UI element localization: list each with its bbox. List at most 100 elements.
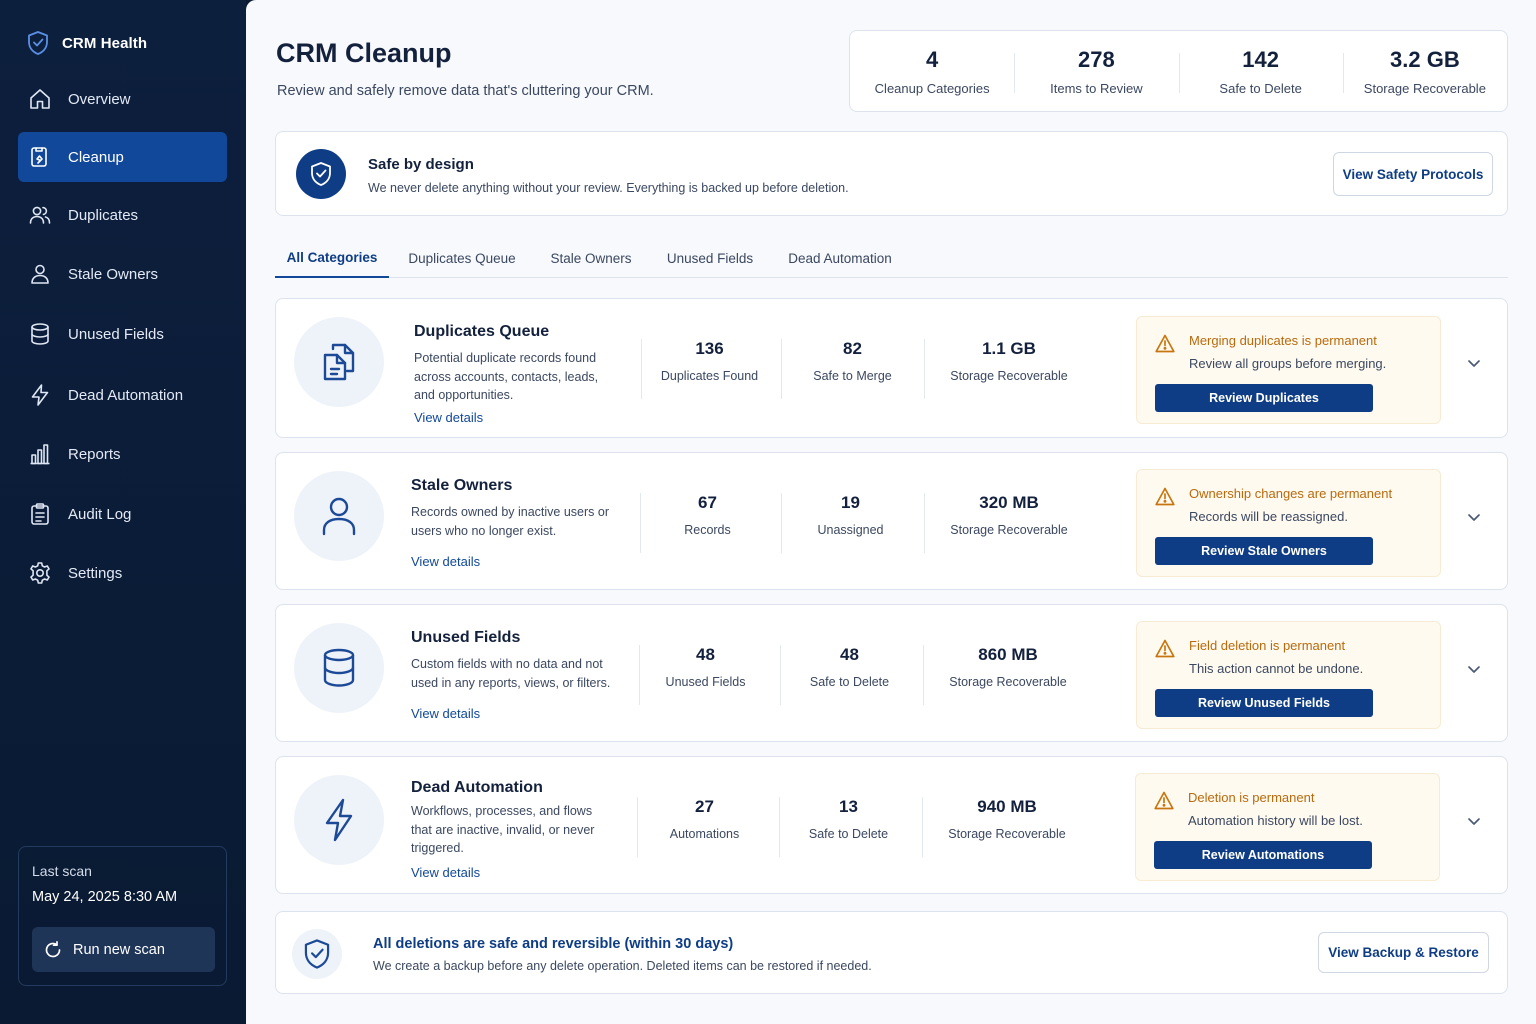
card-description: Records owned by inactive users or users… [411,505,610,538]
metric-label: Unused Fields [665,675,746,689]
nav-item-audit-log[interactable]: Audit Log [18,489,227,539]
warning-title: Field deletion is permanent [1189,638,1346,653]
nav-item-reports[interactable]: Reports [18,429,227,479]
nav-item-duplicates[interactable]: Duplicates [18,190,227,240]
metric-value: 1.1 GB [982,339,1036,358]
warning-box: Merging duplicates is permanent Review a… [1136,316,1441,424]
clipboard-icon [31,503,49,525]
tab-dead-automation[interactable]: Dead Automation [778,238,902,278]
metric-value: 940 MB [977,797,1037,816]
view-details-link[interactable]: View details [411,706,480,721]
chevron-down-icon[interactable] [1466,509,1482,525]
metric-records: 67 Records [636,493,779,537]
nav-item-unused-fields[interactable]: Unused Fields [18,309,227,359]
shield-check-icon [304,939,330,969]
metric-duplicates-found: 136 Duplicates Found [638,339,781,383]
nav-item-overview[interactable]: Overview [18,74,227,124]
tab-duplicates-queue[interactable]: Duplicates Queue [397,238,527,278]
main-content: CRM Cleanup Review and safely remove dat… [246,0,1536,1024]
metric-value: 320 MB [979,493,1039,512]
review-automations-button[interactable]: Review Automations [1154,841,1372,869]
last-scan-label: Last scan [32,863,92,879]
shield-badge [292,929,342,979]
warning-title: Deletion is permanent [1188,790,1315,805]
sidebar: CRM Health Overview Cleanup Duplicates S… [0,0,246,1024]
view-backup-restore-button[interactable]: View Backup & Restore [1318,932,1489,973]
bar-chart-icon [30,444,50,465]
page-title: CRM Cleanup [276,38,452,68]
card-title: Dead Automation [411,779,543,796]
shield-badge [296,149,346,199]
stat-label: Cleanup Categories [874,80,990,96]
card-title: Duplicates Queue [414,323,550,340]
chevron-down-icon[interactable] [1466,661,1482,677]
metric-storage-recoverable: 860 MB Storage Recoverable [923,645,1093,689]
view-details-link[interactable]: View details [414,410,483,425]
tab-stale-owners[interactable]: Stale Owners [539,238,643,278]
summary-stats: 4 Cleanup Categories 278 Items to Review… [849,30,1508,112]
metric-value: 67 [698,493,717,512]
nav-item-settings[interactable]: Settings [18,548,227,598]
card-icon-badge [294,471,384,561]
nav-item-cleanup[interactable]: Cleanup [18,132,227,182]
stat-label: Items to Review [1050,80,1143,96]
review-unused-fields-button[interactable]: Review Unused Fields [1155,689,1373,717]
nav-item-stale-owners[interactable]: Stale Owners [18,249,227,299]
chevron-down-icon[interactable] [1466,355,1482,371]
metric-value: 48 [840,645,859,664]
metric-safe-to-merge: 82 Safe to Merge [781,339,924,383]
run-new-scan-label: Run new scan [73,941,165,958]
chevron-down-icon[interactable] [1466,813,1482,829]
category-card-dead-automation: Dead Automation Workflows, processes, an… [275,756,1508,894]
metric-label: Safe to Delete [809,675,890,689]
warning-title: Merging duplicates is permanent [1189,333,1377,348]
warning-icon [1154,791,1174,810]
metric-label: Storage Recoverable [950,369,1068,383]
metric-label: Storage Recoverable [948,827,1066,841]
run-new-scan-button[interactable]: Run new scan [32,927,215,972]
tab-all-categories[interactable]: All Categories [275,238,389,278]
review-duplicates-button[interactable]: Review Duplicates [1155,384,1373,412]
metric-label: Duplicates Found [660,369,759,383]
page-subtitle: Review and safely remove data that's clu… [277,83,654,99]
warning-box: Field deletion is permanent This action … [1136,621,1441,729]
users-icon [29,206,51,224]
warning-icon [1155,639,1175,658]
card-title: Unused Fields [411,629,521,646]
stat-label: Storage Recoverable [1363,80,1486,96]
brand[interactable]: CRM Health [26,30,147,56]
metric-label: Safe to Merge [813,369,892,383]
tab-unused-fields[interactable]: Unused Fields [659,238,761,278]
nav-label: Settings [68,564,123,582]
metric-label: Unassigned [817,523,884,537]
category-card-duplicates-queue: Duplicates Queue Potential duplicate rec… [275,298,1508,438]
footer-banner-title: All deletions are safe and reversible (w… [373,936,734,952]
metric-value: 48 [696,645,715,664]
metric-label: Storage Recoverable [949,675,1067,689]
database-icon [323,648,355,687]
warning-icon [1155,487,1175,506]
metric-value: 136 [695,339,724,358]
refresh-icon [45,940,61,957]
stat-safe-to-delete: 142 Safe to Delete [1178,47,1343,96]
view-details-link[interactable]: View details [411,865,480,880]
metric-safe-to-delete: 13 Safe to Delete [777,797,920,841]
metric-storage-recoverable: 1.1 GB Storage Recoverable [924,339,1094,383]
lightning-icon [325,798,353,842]
nav-item-dead-automation[interactable]: Dead Automation [18,370,227,420]
warning-text: Automation history will be lost. [1188,813,1363,828]
warning-box: Deletion is permanent Automation history… [1135,773,1440,881]
nav-label: Duplicates [68,206,139,224]
view-safety-protocols-button[interactable]: View Safety Protocols [1333,152,1493,196]
user-icon [322,497,356,536]
stat-items-to-review: 278 Items to Review [1014,47,1178,96]
nav-label: Unused Fields [68,325,164,343]
cleanup-icon [31,147,47,167]
shield-check-icon [311,162,331,186]
card-icon-badge [294,623,384,713]
warning-title: Ownership changes are permanent [1189,486,1393,501]
card-description: Custom fields with no data and not used … [411,657,611,690]
review-stale-owners-button[interactable]: Review Stale Owners [1155,537,1373,565]
view-details-link[interactable]: View details [411,554,480,569]
metric-safe-to-delete: 48 Safe to Delete [778,645,921,689]
